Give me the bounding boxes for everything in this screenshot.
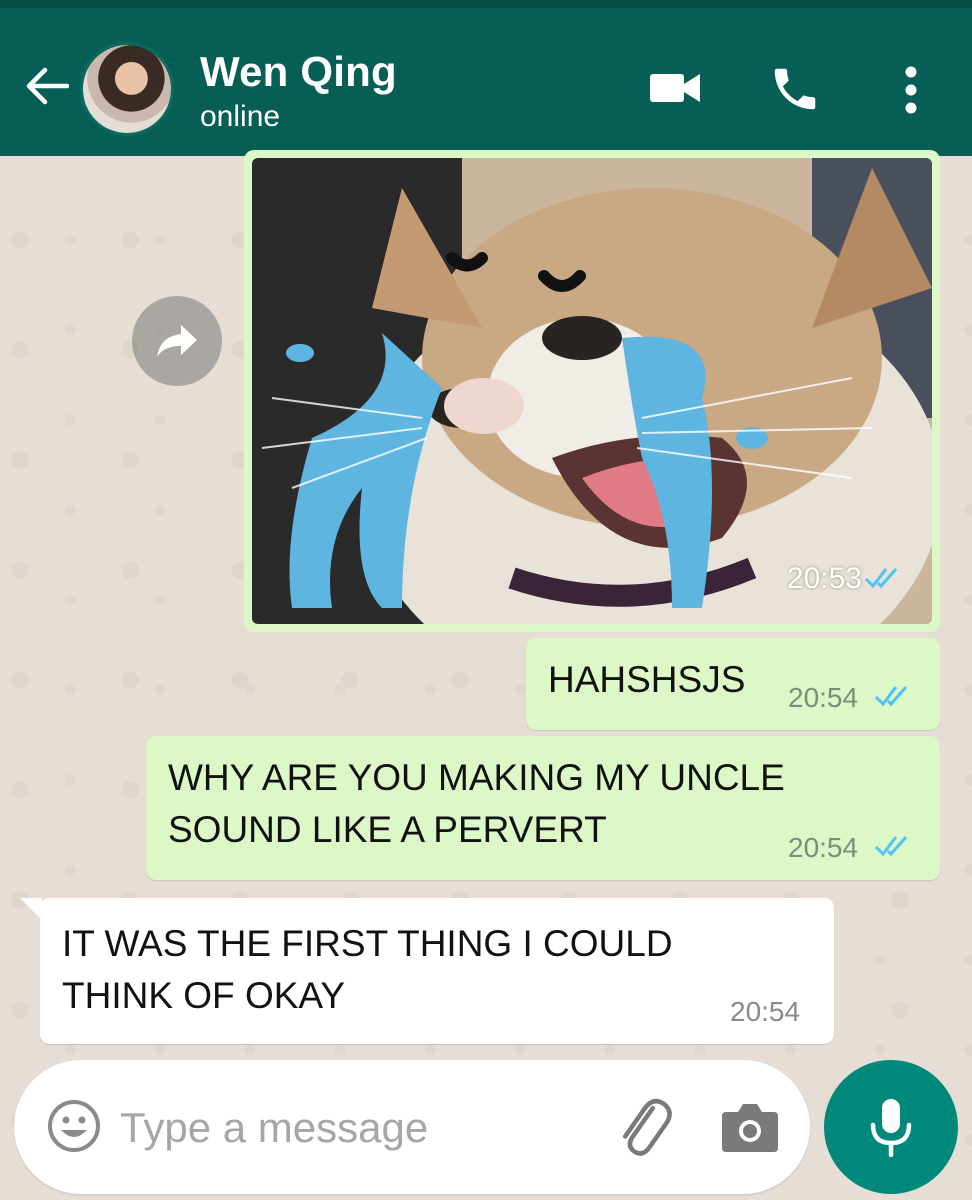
incoming-message-bubble[interactable]: IT WAS THE FIRST THING I COULD THINK OF … — [40, 898, 834, 1044]
forward-button[interactable] — [132, 296, 222, 386]
forward-icon — [157, 325, 197, 357]
message-time: 20:53 — [786, 562, 862, 595]
contact-status: online — [200, 100, 281, 133]
message-time: 20:54 — [788, 682, 859, 713]
message-time: 20:54 — [730, 996, 801, 1027]
read-receipt-icon — [874, 682, 918, 713]
message-time: 20:54 — [788, 832, 859, 863]
outgoing-message-bubble[interactable]: WHY ARE YOU MAKING MY UNCLE SOUND LIKE A… — [146, 736, 940, 880]
read-receipt-icon — [864, 565, 906, 594]
attach-icon[interactable] — [612, 1096, 676, 1165]
contact-name[interactable]: Wen Qing — [200, 48, 397, 96]
message-text-line-1: IT WAS THE FIRST THING I COULD — [62, 923, 673, 964]
message-text-line-2: THINK OF OKAY — [62, 975, 346, 1016]
message-text-line-1: WHY ARE YOU MAKING MY UNCLE — [168, 757, 785, 798]
voice-message-button[interactable] — [824, 1060, 958, 1194]
mic-icon — [870, 1099, 912, 1157]
video-call-icon[interactable] — [648, 68, 702, 113]
read-receipt-icon — [874, 832, 918, 863]
crying-cat-image[interactable]: 20:53 — [252, 158, 932, 624]
message-text-line-2: SOUND LIKE A PERVERT — [168, 809, 607, 850]
back-arrow-icon[interactable] — [20, 60, 72, 112]
chat-header: Wen Qing online — [0, 0, 972, 156]
outgoing-message-bubble[interactable]: HAHSHSJS 20:54 — [526, 638, 940, 730]
contact-avatar[interactable] — [80, 42, 174, 136]
message-input[interactable]: Type a message — [120, 1104, 428, 1152]
phone-icon[interactable] — [768, 62, 822, 121]
image-message-bubble[interactable]: 20:53 — [244, 150, 940, 632]
more-menu-icon[interactable] — [896, 64, 926, 121]
message-text: HAHSHSJS — [548, 659, 746, 700]
message-composer[interactable]: Type a message — [14, 1060, 810, 1194]
emoji-icon[interactable] — [46, 1098, 102, 1159]
camera-icon[interactable] — [720, 1100, 780, 1159]
incoming-bubble-tail — [20, 898, 42, 920]
